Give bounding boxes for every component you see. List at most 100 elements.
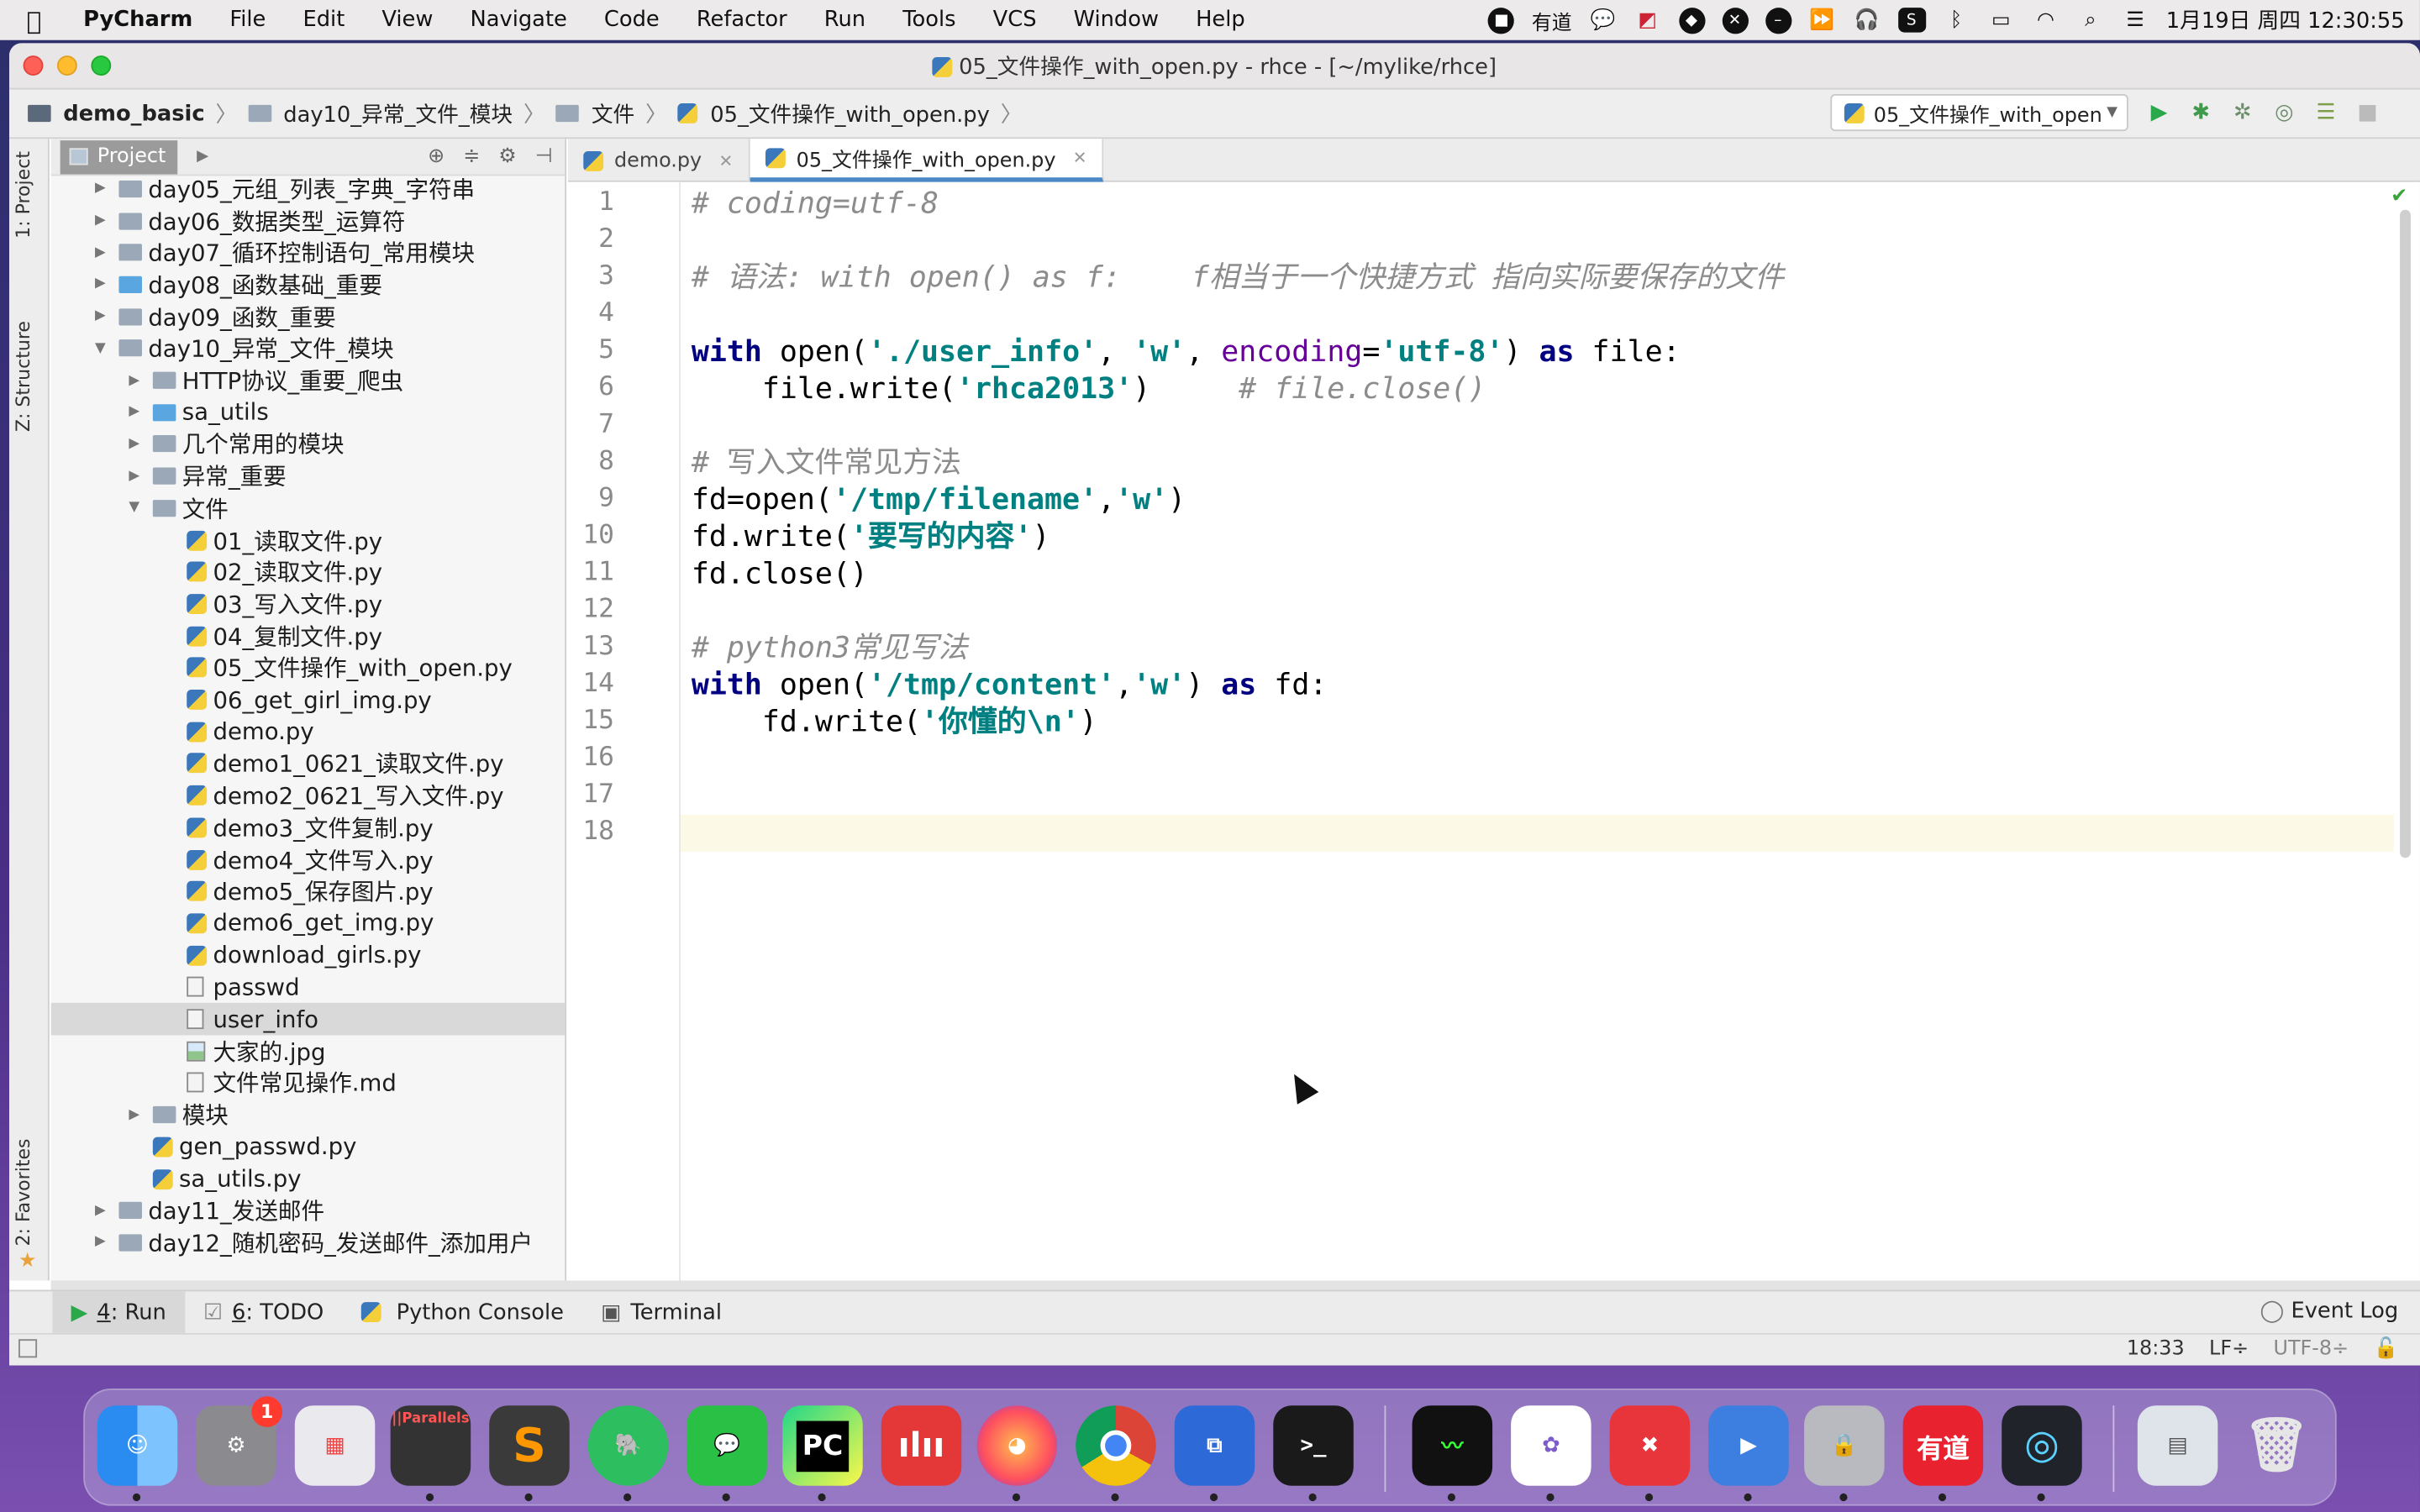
tree-item[interactable]: ▶ day06_数据类型_运算符	[51, 205, 566, 237]
run-config-select[interactable]: 05_文件操作_with_open ▼	[1830, 94, 2128, 132]
parallels-icon[interactable]: ||Parallels	[390, 1405, 471, 1502]
close-icon[interactable]: ✕	[1073, 148, 1087, 168]
tree-item[interactable]: ▶ day05_元组_列表_字典_字符串	[51, 173, 566, 205]
tree-item[interactable]: 大家的.jpg	[51, 1035, 566, 1067]
editor-scrollbar[interactable]	[2400, 209, 2411, 858]
menu-run[interactable]: Run	[806, 8, 884, 32]
chevron-right-icon[interactable]: ▶	[91, 309, 109, 324]
hide-panel-icon[interactable]: ⊣	[535, 145, 553, 169]
wifi-icon[interactable]: ◠	[2032, 8, 2060, 32]
project-tool-tab[interactable]: 1: Project	[13, 151, 34, 239]
tree-item[interactable]: ▶ 模块	[51, 1099, 566, 1131]
tab-python-console[interactable]: Python Console	[342, 1290, 582, 1333]
close-icon[interactable]: ✕	[718, 150, 733, 171]
coverage-icon[interactable]: ✲	[2228, 99, 2256, 127]
menu-help[interactable]: Help	[1177, 8, 1264, 32]
chevron-down-icon[interactable]: ▼	[125, 501, 144, 516]
control-center-icon[interactable]: ☰	[2122, 8, 2149, 32]
favorites-tool-tab[interactable]: 2: Favorites	[13, 1138, 34, 1246]
parallels-tray-icon[interactable]: ◩	[1634, 8, 1661, 32]
menu-window[interactable]: Window	[1055, 8, 1177, 32]
tab-with-open-py[interactable]: 05_文件操作_with_open.py ✕	[750, 139, 1104, 182]
gear-icon[interactable]: ⚙	[498, 145, 516, 169]
crumb-day10[interactable]: day10_异常_文件_模块	[283, 98, 513, 129]
battery-icon[interactable]: ▭	[1987, 8, 2015, 32]
chevron-right-icon[interactable]: ▶	[91, 213, 109, 228]
chevron-right-icon[interactable]: ▶	[125, 405, 144, 420]
stop-icon[interactable]: ■	[2354, 99, 2381, 127]
sublime-tray-icon[interactable]: S	[1897, 8, 1926, 33]
tree-item[interactable]: ▶ day08_函数基础_重要	[51, 269, 566, 301]
activity-monitor-icon[interactable]: 〰	[1412, 1405, 1493, 1502]
menu-vcs[interactable]: VCS	[975, 8, 1055, 32]
pycharm-icon[interactable]: PC	[782, 1405, 863, 1502]
run-play-icon[interactable]: ▶	[2145, 99, 2173, 127]
tree-item[interactable]: ▶ day07_循环控制语句_常用模块	[51, 237, 566, 269]
caret-position[interactable]: 18:33	[2127, 1337, 2185, 1361]
chevron-right-icon[interactable]: ▶	[91, 1235, 109, 1250]
tree-item[interactable]: 02_读取文件.py	[51, 556, 566, 588]
headphones-icon[interactable]: 🎧	[1853, 8, 1881, 32]
system-preferences-icon[interactable]: ⚙ 1	[196, 1396, 283, 1486]
project-view-selector[interactable]: Project	[60, 139, 179, 174]
apple-icon[interactable]: 	[0, 5, 68, 34]
collapse-all-icon[interactable]: ≑	[463, 145, 480, 169]
inspection-ok-icon[interactable]: ✔	[2391, 185, 2407, 208]
tree-item[interactable]: demo5_保存图片.py	[51, 875, 566, 907]
crumb-project[interactable]: demo_basic	[63, 101, 204, 125]
tree-item[interactable]: demo4_文件写入.py	[51, 843, 566, 875]
code-editor[interactable]: 1 2 3 4 5 6 7 8 9 10 11 12 13 14 15 16 17 18 # coding=utf…	[567, 181, 2420, 1281]
locate-file-icon[interactable]: ⊕	[428, 145, 445, 169]
menu-code[interactable]: Code	[586, 8, 678, 32]
menu-view[interactable]: View	[363, 8, 451, 32]
crumb-current-file[interactable]: 05_文件操作_with_open.py	[710, 98, 990, 129]
bluetooth-icon[interactable]: ᛒ	[1942, 8, 1970, 32]
teamviewer-icon[interactable]: ⧉	[1174, 1405, 1255, 1502]
keychain-access-icon[interactable]: 🔒	[1804, 1405, 1885, 1502]
menu-edit[interactable]: Edit	[284, 8, 363, 32]
chevron-right-icon[interactable]: ▶	[125, 1107, 144, 1122]
spotlight-search-icon[interactable]: ⌕	[2076, 8, 2104, 32]
window-close-button[interactable]	[23, 55, 44, 76]
chevron-right-icon[interactable]: ▶	[125, 437, 144, 452]
tree-item[interactable]: ▶ day11_发送邮件	[51, 1194, 566, 1226]
crumb-files[interactable]: 文件	[592, 98, 634, 129]
downloads-stack-icon[interactable]: ▤	[2137, 1405, 2218, 1486]
sublime-text-icon[interactable]: S	[489, 1405, 570, 1502]
firefox-icon[interactable]: ◕	[976, 1405, 1058, 1502]
trash-icon[interactable]: 🗑	[2236, 1405, 2317, 1486]
tree-item[interactable]: ▶ 几个常用的模块	[51, 428, 566, 460]
tab-todo[interactable]: ☑ 6: TODO	[185, 1290, 342, 1333]
tree-item[interactable]: 05_文件操作_with_open.py	[51, 652, 566, 684]
menu-tools[interactable]: Tools	[884, 8, 974, 32]
tree-item[interactable]: ▶ sa_utils	[51, 396, 566, 428]
tree-item[interactable]: gen_passwd.py	[51, 1131, 566, 1163]
window-minimize-button[interactable]	[56, 55, 77, 76]
window-maximize-button[interactable]	[91, 55, 112, 76]
tree-item[interactable]: demo1_0621_读取文件.py	[51, 748, 566, 780]
structure-tool-tab[interactable]: Z: Structure	[13, 321, 34, 432]
chevron-right-icon[interactable]: ▶	[91, 277, 109, 292]
quicktime-icon[interactable]: ◎	[2002, 1405, 2082, 1502]
minus-tray-icon[interactable]: –	[1765, 7, 1791, 34]
tree-item[interactable]: demo6_get_img.py	[51, 907, 566, 939]
keynote-icon[interactable]: ▶	[1708, 1405, 1789, 1502]
debug-bug-icon[interactable]: ✱	[2187, 99, 2215, 127]
mindmaster-icon[interactable]: ılıı	[881, 1405, 962, 1486]
tree-item[interactable]: 文件常见操作.md	[51, 1067, 566, 1099]
tree-item[interactable]: ▶ HTTP协议_重要_爬虫	[51, 365, 566, 396]
concurrency-icon[interactable]: ☰	[2312, 99, 2339, 127]
chevron-right-icon[interactable]: ▶	[125, 373, 144, 388]
window-titlebar[interactable]: 05_文件操作_with_open.py - rhce - [~/mylike/…	[9, 43, 2420, 90]
chevron-right-icon[interactable]: ▶	[91, 1203, 109, 1218]
file-encoding[interactable]: UTF-8÷	[2273, 1337, 2349, 1361]
menu-file[interactable]: File	[211, 8, 284, 32]
toggle-tool-windows-icon[interactable]	[18, 1339, 38, 1358]
tree-item[interactable]: user_info	[50, 1003, 566, 1036]
menu-navigate[interactable]: Navigate	[451, 8, 585, 32]
tree-item[interactable]: demo.py	[51, 716, 566, 748]
profile-icon[interactable]: ◎	[2270, 99, 2298, 127]
tab-terminal[interactable]: ▣ Terminal	[582, 1290, 740, 1333]
chevron-right-icon[interactable]: ▶	[197, 148, 208, 165]
chevron-right-icon[interactable]: ▶	[125, 469, 144, 484]
